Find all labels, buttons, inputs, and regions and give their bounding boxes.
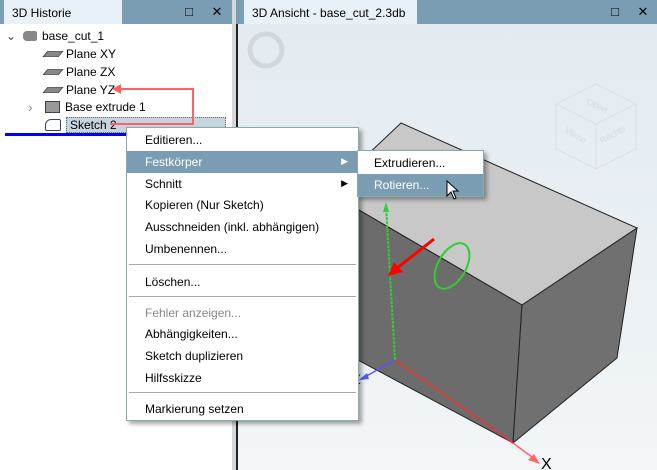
menu-separator: [129, 392, 356, 393]
submenu-item-extrudieren[interactable]: Extrudieren...: [358, 152, 483, 174]
menu-item-umbenennen[interactable]: Umbenennen...: [127, 238, 358, 260]
viewcube-front-label: Vorne: [563, 125, 588, 145]
menu-item-abhaengigkeiten[interactable]: Abhängigkeiten...: [127, 323, 358, 345]
3d-view-tab[interactable]: 3D Ansicht - base_cut_2.3db: [244, 0, 417, 24]
3d-view-title: 3D Ansicht - base_cut_2.3db: [252, 6, 406, 20]
menu-item-hilfsskizze[interactable]: Hilfsskizze: [127, 367, 358, 389]
viewcube-right-label: Rechts: [598, 123, 628, 146]
view-cube: Oben Vorne Rechts: [555, 83, 637, 170]
menu-item-editieren[interactable]: Editieren...: [127, 129, 358, 151]
menu-item-schnitt[interactable]: Schnitt ▶: [127, 173, 358, 195]
menu-item-sketch-duplizieren[interactable]: Sketch duplizieren: [127, 345, 358, 367]
x-axis-label: X: [541, 456, 552, 470]
annotation-arrow: [110, 84, 194, 125]
rotate-view-icon: [247, 31, 285, 69]
menu-item-fehler-anzeigen: Fehler anzeigen...: [145, 306, 242, 320]
submenu-arrow-icon: ▶: [341, 178, 348, 188]
menu-separator: [129, 296, 356, 297]
maximize-icon[interactable]: □: [608, 4, 622, 19]
menu-separator: [129, 264, 356, 265]
menu-item-loeschen[interactable]: Löschen...: [127, 271, 358, 293]
viewcube-top-label: Oben: [585, 97, 609, 115]
submenu-arrow-icon: ▶: [341, 156, 348, 166]
menu-item-kopieren[interactable]: Kopieren (Nur Sketch): [127, 194, 358, 216]
submenu-item-rotieren[interactable]: Rotieren...: [358, 174, 483, 196]
menu-item-ausschneiden[interactable]: Ausschneiden (inkl. abhängigen): [127, 216, 358, 238]
mouse-cursor-icon: [446, 180, 460, 200]
maximize-icon[interactable]: □: [182, 4, 196, 19]
history-tab[interactable]: 3D Historie: [4, 0, 122, 24]
menu-item-festkoerper[interactable]: Festkörper ▶: [127, 151, 358, 173]
menu-item-markierung-setzen[interactable]: Markierung setzen: [127, 398, 358, 420]
history-title: 3D Historie: [12, 6, 72, 20]
festkoerper-submenu: Extrudieren... Rotieren...: [357, 150, 484, 197]
context-menu: Editieren... Festkörper ▶ Schnitt ▶ Kopier…: [126, 127, 359, 421]
close-icon[interactable]: ✕: [636, 4, 650, 20]
close-icon[interactable]: ✕: [210, 4, 224, 20]
